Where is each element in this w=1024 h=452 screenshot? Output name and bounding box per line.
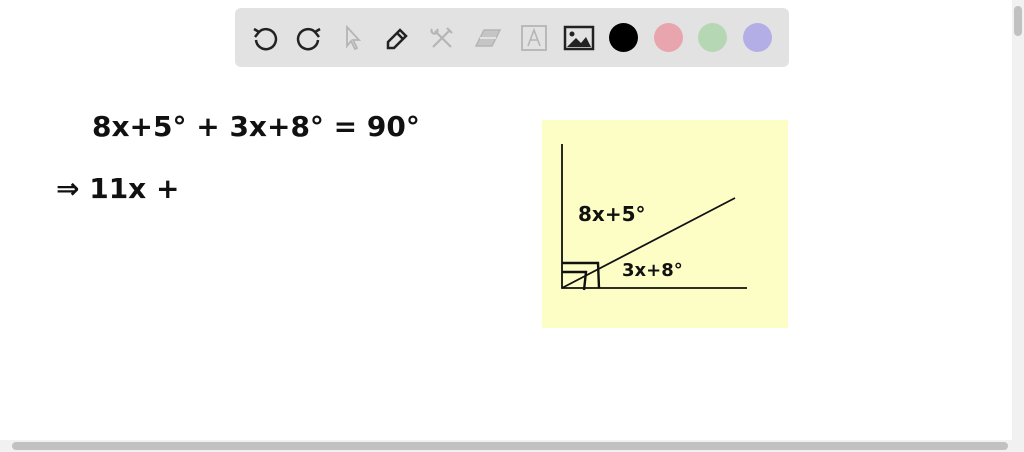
image-icon — [563, 25, 595, 51]
vertical-scroll-thumb[interactable] — [1014, 6, 1022, 36]
equation-line-2: ⇒ 11x + — [56, 172, 180, 205]
horizontal-scrollbar[interactable] — [0, 440, 1024, 452]
horizontal-scroll-thumb[interactable] — [12, 442, 1008, 450]
pen-button[interactable] — [381, 22, 413, 54]
vertical-scrollbar[interactable] — [1012, 0, 1024, 440]
redo-button[interactable] — [293, 22, 325, 54]
angle-bottom-label: 3x+8° — [622, 260, 683, 281]
tools-button[interactable] — [426, 22, 458, 54]
eraser-button[interactable] — [472, 22, 504, 54]
image-button[interactable] — [563, 22, 595, 54]
text-icon — [521, 25, 547, 51]
color-black[interactable] — [609, 23, 638, 52]
select-icon — [346, 24, 362, 51]
color-pink[interactable] — [654, 23, 683, 52]
pen-icon — [386, 28, 408, 50]
angle-top-label: 8x+5° — [578, 202, 646, 226]
select-button[interactable] — [337, 22, 369, 54]
drawing-toolbar — [235, 8, 789, 67]
undo-icon — [253, 27, 278, 51]
text-button[interactable] — [518, 22, 550, 54]
undo-button[interactable] — [249, 22, 281, 54]
angle-diagram: 8x+5° 3x+8° — [542, 120, 788, 328]
color-purple[interactable] — [743, 23, 772, 52]
equation-line-1: 8x+5° + 3x+8° = 90° — [92, 110, 420, 143]
tools-icon — [430, 27, 453, 48]
eraser-icon — [474, 29, 502, 47]
color-green[interactable] — [698, 23, 727, 52]
redo-icon — [296, 27, 321, 51]
